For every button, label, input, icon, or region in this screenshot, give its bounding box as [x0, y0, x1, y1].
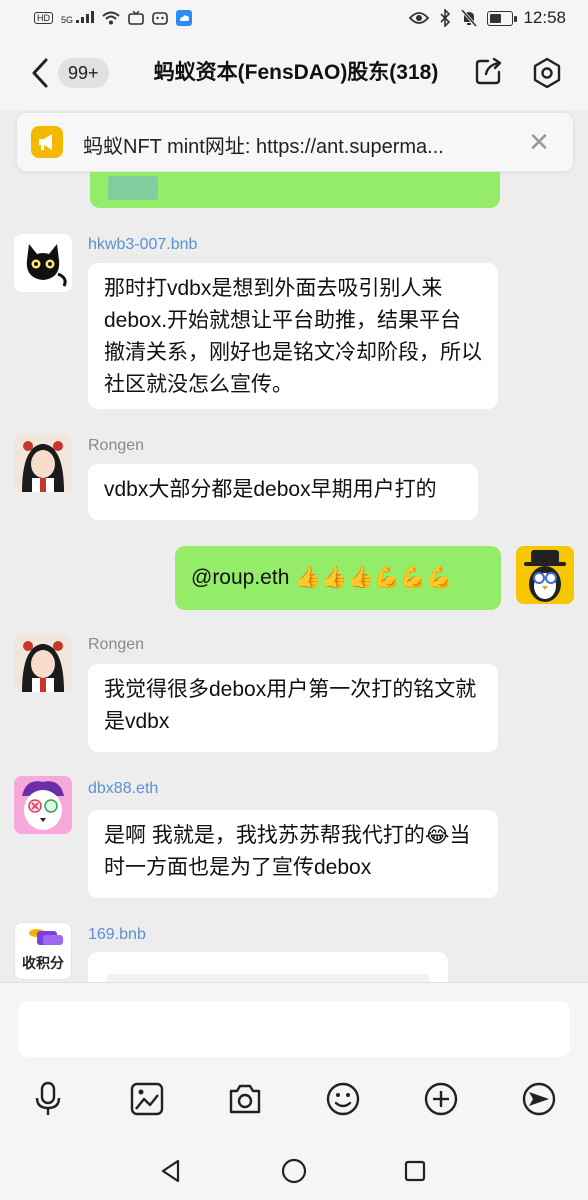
list-item: 收积分 169.bnb — [0, 922, 588, 982]
sender-suffix: .bnb — [114, 926, 146, 943]
close-icon[interactable]: ✕ — [527, 127, 551, 157]
cat-app-icon — [151, 12, 168, 25]
send-button[interactable] — [519, 1079, 559, 1119]
status-right: 12:58 — [409, 8, 566, 28]
message-bubble[interactable]: 那时打vdbx是想到外面去吸引别人来debox.开始就想让平台助推，结果平台撤清… — [88, 263, 498, 409]
sender-name: 169.bnb — [88, 926, 146, 944]
message-input[interactable] — [18, 1001, 570, 1057]
anime-girl-avatar-icon — [14, 434, 72, 492]
message-bubble[interactable] — [88, 952, 448, 982]
input-area — [0, 982, 588, 1139]
message-bubble[interactable]: 我觉得很多debox用户第一次打的铭文就是vdbx — [88, 664, 498, 752]
list-item: Rongen vdbx大部分都是debox早期用户打的 — [0, 434, 588, 524]
more-button[interactable] — [421, 1079, 461, 1119]
message-bubble[interactable]: @roup.eth 👍👍👍💪💪💪 — [175, 546, 501, 610]
list-item: dbx88.eth 是啊 我就是，我找苏苏帮我代打的😂当时一方面也是为了宣传de… — [0, 776, 588, 906]
send-icon — [522, 1082, 556, 1116]
megaphone-icon — [31, 126, 63, 158]
hd-badge: HD — [34, 12, 53, 24]
image-button[interactable] — [127, 1079, 167, 1119]
group-settings-button[interactable] — [530, 56, 564, 90]
partial-image-message[interactable] — [90, 172, 500, 208]
message-list[interactable]: hkwb3-007.bnb 那时打vdbx是想到外面去吸引别人来debox.开始… — [0, 172, 588, 982]
wifi-icon — [101, 11, 120, 25]
sender-name: Rongen — [88, 636, 145, 653]
avatar[interactable] — [14, 634, 72, 692]
clock: 12:58 — [523, 8, 566, 27]
weather-app-icon — [175, 10, 192, 26]
list-item: Rongen 我觉得很多debox用户第一次打的铭文就是vdbx — [0, 630, 588, 760]
system-nav-bar — [0, 1138, 588, 1200]
tv-app-icon — [127, 11, 144, 25]
sender-name: dbx88.eth — [88, 780, 158, 798]
nav-back-button[interactable] — [156, 1156, 186, 1186]
sender-handle: 169 — [88, 926, 115, 943]
list-item: hkwb3-007.bnb 那时打vdbx是想到外面去吸引别人来debox.开始… — [0, 232, 588, 412]
black-cat-avatar-icon — [14, 234, 72, 292]
coin-stack-icon — [29, 929, 63, 945]
status-left: HD 5G — [34, 10, 192, 26]
nav-recents-button[interactable] — [400, 1156, 430, 1186]
sender-name: hkwb3-007.bnb — [88, 236, 197, 254]
emoji-icon — [326, 1082, 360, 1116]
avatar[interactable] — [14, 776, 72, 834]
pink-character-avatar-icon — [14, 776, 72, 834]
emoji-button[interactable] — [323, 1079, 363, 1119]
plus-icon — [424, 1082, 458, 1116]
back-triangle-icon — [161, 1159, 180, 1183]
sender-handle: hkwb3-007 — [88, 236, 167, 253]
card-preview — [106, 974, 430, 982]
chat-title: 蚂蚁资本(FensDAO)股东(318) — [153, 61, 439, 84]
message-bubble[interactable]: 是啊 我就是，我找苏苏帮我代打的😂当时一方面也是为了宣传debox — [88, 810, 498, 898]
battery-level — [490, 13, 502, 23]
recents-square-icon — [404, 1160, 426, 1182]
eye-icon — [409, 12, 430, 24]
sender-suffix: .eth — [131, 780, 159, 797]
share-button[interactable] — [474, 56, 504, 86]
message-bubble[interactable]: vdbx大部分都是debox早期用户打的 — [88, 464, 478, 520]
notice-text[interactable]: 蚂蚁NFT mint网址: https://ant.superma... — [83, 130, 513, 159]
my-avatar[interactable] — [516, 546, 574, 604]
status-bar: HD 5G 12:58 — [0, 0, 588, 36]
camera-icon — [229, 1084, 261, 1114]
sender-suffix: .bnb — [166, 236, 198, 253]
hexagon-gear-icon — [533, 57, 561, 89]
image-thumbnail — [108, 176, 158, 200]
avatar[interactable] — [14, 434, 72, 492]
chevron-left-icon — [32, 58, 48, 88]
penguin-avatar-icon — [516, 546, 574, 604]
sender-name: Rongen — [88, 437, 145, 454]
unread-count-badge[interactable]: 99+ — [58, 58, 109, 88]
anime-girl-avatar-icon — [14, 634, 72, 692]
back-button[interactable] — [28, 56, 54, 90]
bluetooth-icon — [440, 9, 451, 27]
list-item: @roup.eth 👍👍👍💪💪💪 — [0, 544, 588, 614]
battery-icon — [487, 10, 518, 26]
pinned-notice[interactable]: 蚂蚁NFT mint网址: https://ant.superma... ✕ — [16, 112, 574, 172]
signal-icon: 5G — [61, 11, 94, 25]
sender-handle: dbx88 — [88, 780, 132, 797]
mute-bell-icon — [461, 9, 478, 27]
nav-home-button[interactable] — [279, 1156, 309, 1186]
camera-button[interactable] — [225, 1079, 265, 1119]
chat-header: 99+ 蚂蚁资本(FensDAO)股东(318) — [0, 36, 588, 110]
share-icon — [475, 57, 502, 85]
image-icon — [130, 1082, 164, 1116]
signal-label: 5G — [61, 15, 74, 25]
home-circle-icon — [281, 1158, 307, 1184]
avatar[interactable] — [14, 234, 72, 292]
voice-button[interactable] — [28, 1079, 68, 1119]
avatar[interactable]: 收积分 — [14, 922, 72, 980]
microphone-icon — [35, 1081, 61, 1115]
avatar-label: 收积分 — [22, 955, 64, 971]
